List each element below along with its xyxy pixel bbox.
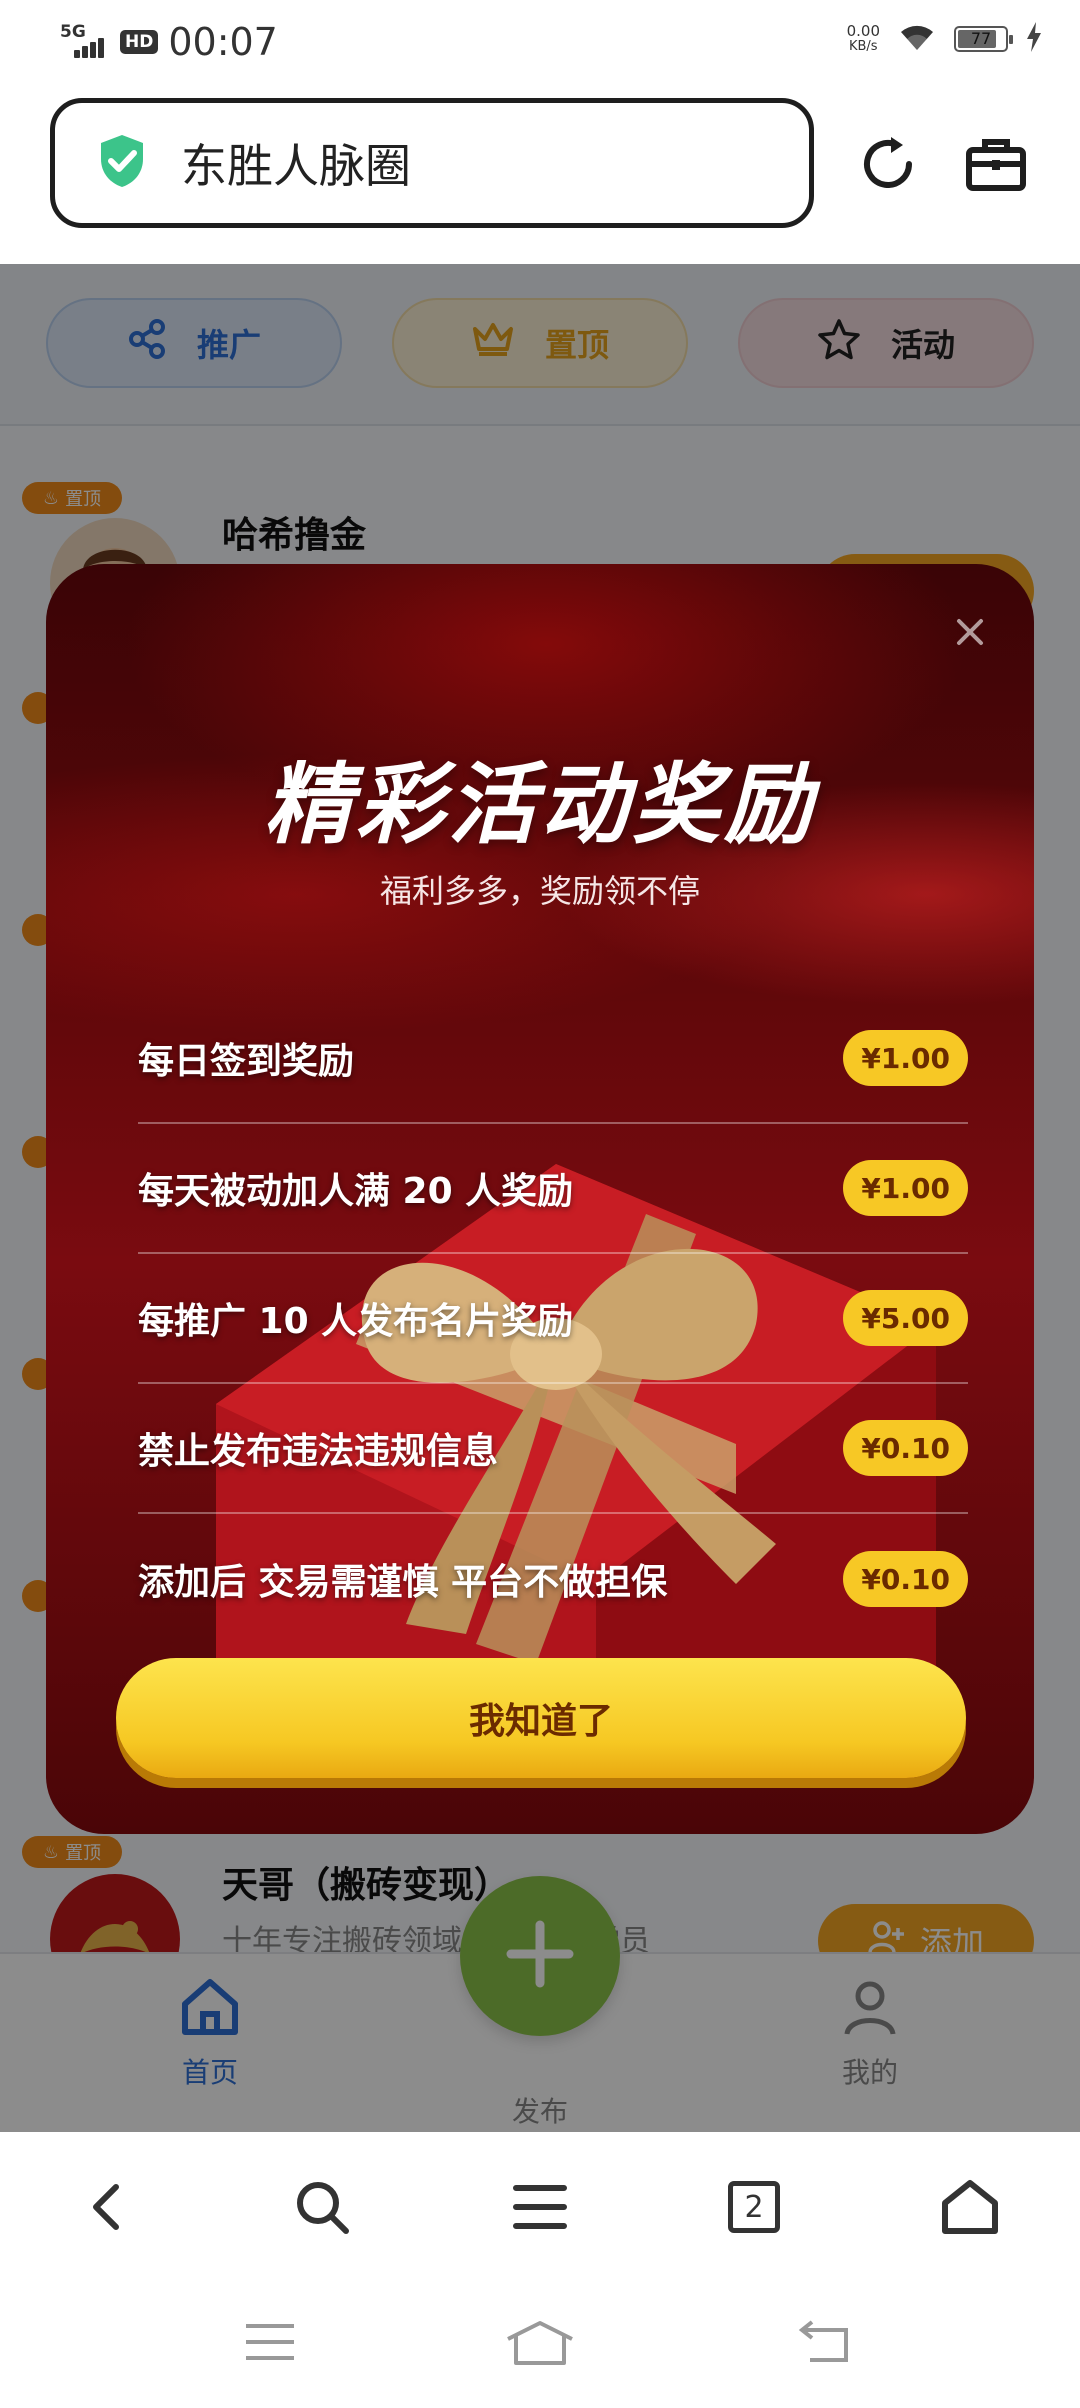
reward-row: 每天被动加人满 20 人奖励 ¥1.00 bbox=[138, 1124, 968, 1254]
url-field[interactable]: 东胜人脉圈 bbox=[50, 98, 814, 228]
battery-icon: 77 bbox=[954, 26, 1013, 52]
close-button[interactable] bbox=[940, 602, 1000, 662]
search-button[interactable] bbox=[282, 2167, 362, 2247]
signal-icon: 5G bbox=[60, 22, 110, 62]
page-title: 东胜人脉圈 bbox=[181, 139, 411, 193]
modal-title: 精彩活动奖励 bbox=[263, 753, 816, 856]
reward-label: 每天被动加人满 20 人奖励 bbox=[138, 1171, 574, 1212]
back-icon bbox=[798, 2320, 848, 2362]
reward-row: 每日签到奖励 ¥1.00 bbox=[138, 994, 968, 1124]
system-nav-bar bbox=[0, 2282, 1080, 2408]
hd-icon: HD bbox=[120, 30, 159, 54]
reward-label: 每推广 10 人发布名片奖励 bbox=[138, 1301, 574, 1342]
menu-icon bbox=[513, 2185, 567, 2229]
reward-amount: ¥5.00 bbox=[843, 1290, 968, 1346]
recent-apps-button[interactable] bbox=[230, 2312, 310, 2372]
system-home-button[interactable] bbox=[500, 2312, 580, 2372]
reward-amount: ¥1.00 bbox=[843, 1160, 968, 1216]
reward-row: 禁止发布违法违规信息 ¥0.10 bbox=[138, 1384, 968, 1514]
tabs-button[interactable]: 2 bbox=[714, 2167, 794, 2247]
network-speed: 0.00 KB/s bbox=[846, 22, 880, 54]
menu-button[interactable] bbox=[500, 2167, 580, 2247]
reward-list: 每日签到奖励 ¥1.00 每天被动加人满 20 人奖励 ¥1.00 每推广 10… bbox=[138, 994, 968, 1644]
status-time: 00:07 bbox=[168, 20, 278, 64]
chevron-left-icon bbox=[93, 2184, 119, 2230]
reward-row: 每推广 10 人发布名片奖励 ¥5.00 bbox=[138, 1254, 968, 1384]
home-icon bbox=[942, 2180, 998, 2234]
wifi-icon bbox=[898, 22, 936, 56]
confirm-button[interactable]: 我知道了 bbox=[116, 1658, 966, 1778]
close-icon bbox=[957, 619, 983, 645]
home-button[interactable] bbox=[930, 2167, 1010, 2247]
toolbox-icon bbox=[966, 139, 1026, 191]
shield-check-icon bbox=[97, 133, 147, 193]
recent-apps-icon bbox=[246, 2324, 294, 2360]
reward-amount: ¥0.10 bbox=[843, 1420, 968, 1476]
reward-amount: ¥0.10 bbox=[843, 1551, 968, 1607]
back-button[interactable] bbox=[66, 2167, 146, 2247]
charging-icon bbox=[1026, 22, 1042, 56]
home-icon bbox=[507, 2321, 573, 2365]
activity-reward-modal: 精彩活动奖励 福利多多，奖励领不停 每日签到奖励 ¥1.00 每天被动加人满 2… bbox=[46, 564, 1034, 1834]
system-back-button[interactable] bbox=[784, 2312, 864, 2372]
modal-subtitle: 福利多多，奖励领不停 bbox=[379, 872, 700, 910]
reward-row: 添加后 交易需谨慎 平台不做担保 ¥0.10 bbox=[138, 1514, 968, 1644]
reward-label: 添加后 交易需谨慎 平台不做担保 bbox=[138, 1562, 668, 1603]
refresh-icon bbox=[864, 137, 912, 188]
status-bar: 5G HD 00:07 0.00 KB/s 77 bbox=[0, 0, 1080, 84]
browser-address-bar: 东胜人脉圈 bbox=[0, 84, 1080, 264]
reward-label: 禁止发布违法违规信息 bbox=[138, 1431, 499, 1472]
browser-toolbar: 2 bbox=[0, 2132, 1080, 2282]
refresh-button[interactable] bbox=[848, 124, 928, 204]
toolbox-button[interactable] bbox=[956, 124, 1036, 204]
tab-count: 2 bbox=[728, 2181, 780, 2233]
search-icon bbox=[297, 2182, 349, 2234]
reward-label: 每日签到奖励 bbox=[138, 1041, 355, 1082]
reward-amount: ¥1.00 bbox=[843, 1030, 968, 1086]
